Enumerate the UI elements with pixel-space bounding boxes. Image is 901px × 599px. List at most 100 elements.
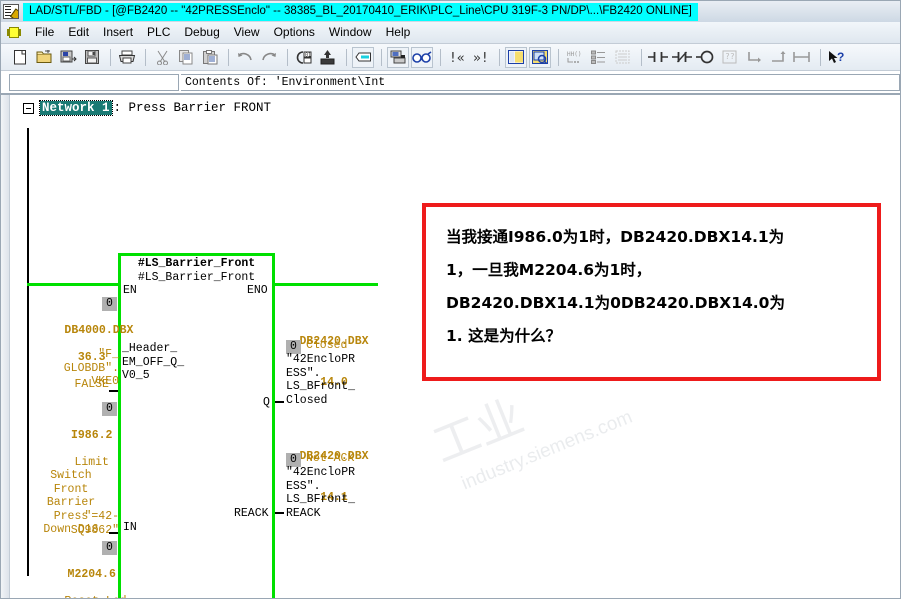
watermark-text-cn: 工业	[426, 390, 531, 473]
toolbar-separator	[346, 48, 347, 66]
fb-header-text: _Header_ EM_OFF_Q_ V0_5	[122, 342, 185, 382]
toolbar-separator	[228, 48, 229, 66]
collapse-minus-icon[interactable]	[23, 102, 34, 114]
contents-blank-field[interactable]	[9, 73, 179, 91]
input-ack-address: M2204.6	[67, 567, 116, 581]
toolbar-separator	[110, 48, 111, 66]
network-header[interactable]: Network 1 : Press Barrier FRONT	[23, 100, 272, 116]
branch-close-icon[interactable]	[767, 47, 789, 68]
zoom-window-icon[interactable]	[529, 46, 551, 68]
network-title-selected[interactable]: Network 1	[39, 100, 113, 116]
menu-item-debug[interactable]: Debug	[177, 23, 226, 42]
save-as-icon[interactable]	[57, 47, 79, 68]
branch-open-icon[interactable]	[743, 47, 765, 68]
rung-icon[interactable]	[791, 47, 813, 68]
status-value-reack: 0	[286, 453, 301, 467]
save-icon[interactable]	[81, 47, 103, 68]
menu-item-help[interactable]: Help	[379, 23, 418, 42]
status-value-ack: 0	[102, 541, 117, 555]
lad-stl-fbd-window: LAD/STL/FBD - [@FB2420 -- "42PRESSEnclo"…	[0, 0, 901, 599]
fb-instance-name: #LS_Barrier_Front	[137, 257, 256, 270]
output-q-symbol[interactable]: "42EncloPR ESS". LS_BFront_ Closed	[286, 353, 355, 407]
menu-item-plc[interactable]: PLC	[140, 23, 177, 42]
toolbar-separator	[641, 48, 642, 66]
toolbar-separator	[381, 48, 382, 66]
network-title-comment: : Press Barrier FRONT	[113, 101, 272, 115]
output-coil-icon[interactable]	[695, 47, 717, 68]
previous-error-icon[interactable]: !«	[446, 47, 468, 68]
output-reack-comment: Not ACK	[306, 452, 355, 465]
toolbar-separator	[499, 48, 500, 66]
toolbar-separator	[820, 48, 821, 66]
menu-item-insert[interactable]: Insert	[96, 23, 140, 42]
contents-bar: Contents Of: 'Environment\Int	[1, 71, 900, 95]
context-help-icon[interactable]: ?	[826, 47, 848, 68]
open-icon[interactable]	[33, 47, 55, 68]
toolbar-separator	[287, 48, 288, 66]
watermark-text-url: industry.siemens.com	[458, 406, 636, 495]
output-q-comment: Closed	[306, 339, 348, 352]
block-icon	[7, 26, 21, 39]
menu-bar: File Edit Insert PLC Debug View Options …	[1, 22, 900, 44]
output-reack-symbol[interactable]: "42EncloPR ESS". LS_BFront_ REACK	[286, 466, 355, 520]
input-en-symbol[interactable]: "F_ GLOBDB". VKE0	[23, 348, 119, 389]
menu-item-options[interactable]: Options	[267, 23, 322, 42]
cut-icon[interactable]	[151, 47, 173, 68]
toolbar-separator	[145, 48, 146, 66]
input-in-address: I986.2	[71, 428, 113, 442]
symbol-table-icon[interactable]	[387, 46, 409, 68]
output-reack-connector	[275, 512, 284, 514]
input-en-address: DB4000.DBX	[64, 323, 134, 337]
fb-en-pin-label: EN	[123, 284, 137, 297]
contents-of-label: Contents Of: 'Environment\Int	[185, 75, 386, 89]
normally-closed-contact-icon[interactable]	[671, 47, 693, 68]
next-error-icon[interactable]: »!	[470, 47, 492, 68]
status-value-in: 0	[102, 402, 117, 416]
output-q-connector	[275, 401, 284, 403]
toolbar-separator	[440, 48, 441, 66]
network-view-icon[interactable]	[352, 46, 374, 68]
menu-item-window[interactable]: Window	[322, 23, 379, 42]
monitor-glasses-icon[interactable]	[411, 46, 433, 68]
eno-power-line	[272, 283, 378, 286]
svg-text:!«: !«	[449, 51, 465, 64]
upload-from-plc-icon[interactable]	[317, 47, 339, 68]
undo-icon[interactable]	[234, 47, 256, 68]
input-in-symbol[interactable]: "=42- SQ9862"	[23, 510, 119, 537]
function-block-ls-barrier-front[interactable]	[118, 253, 275, 598]
menu-item-edit[interactable]: Edit	[61, 23, 96, 42]
en-power-line	[27, 283, 120, 286]
fb-q-pin-label: Q	[263, 396, 270, 409]
menu-item-file[interactable]: File	[28, 23, 61, 42]
program-elements-icon[interactable]	[588, 47, 610, 68]
normally-open-contact-icon[interactable]	[647, 47, 669, 68]
lad-stl-fbd-icon	[3, 4, 19, 19]
new-icon[interactable]	[9, 47, 31, 68]
title-bar: LAD/STL/FBD - [@FB2420 -- "42PRESSEnclo"…	[1, 1, 900, 22]
menu-item-view[interactable]: View	[227, 23, 267, 42]
status-value-q: 0	[286, 340, 301, 354]
empty-box-icon[interactable]: ??	[719, 47, 741, 68]
print-icon[interactable]	[116, 47, 138, 68]
download-to-plc-icon[interactable]: 01	[293, 47, 315, 68]
contents-of-field[interactable]: Contents Of: 'Environment\Int	[181, 73, 900, 91]
toolbar-separator	[558, 48, 559, 66]
input-ack-comment: Reset Led (Blue) Push Button. Zone 5	[47, 595, 126, 599]
annotation-callout-text: 当我接通I986.0为1时，DB2420.DBX14.1为 1，一旦我M2204…	[446, 228, 785, 345]
input-ack-operand[interactable]: M2204.6 Reset Led (Blue) Push Button. Zo…	[23, 554, 126, 599]
svg-text:HH(): HH()	[567, 51, 581, 58]
window-title: LAD/STL/FBD - [@FB2420 -- "42PRESSEnclo"…	[23, 2, 698, 21]
call-structure-icon[interactable]	[612, 47, 634, 68]
fb-eno-pin-label: ENO	[247, 284, 268, 297]
pin-label-in: IN	[123, 521, 137, 534]
paste-icon[interactable]	[199, 47, 221, 68]
svg-text:?: ?	[837, 50, 844, 64]
ladder-editor-canvas[interactable]: Network 1 : Press Barrier FRONT #LS_Barr…	[1, 95, 900, 598]
redo-icon[interactable]	[258, 47, 280, 68]
copy-icon[interactable]	[175, 47, 197, 68]
annotation-callout: 当我接通I986.0为1时，DB2420.DBX14.1为 1，一旦我M2204…	[422, 203, 881, 381]
overview-pane-icon[interactable]	[505, 46, 527, 68]
new-network-icon[interactable]: HH()	[564, 47, 586, 68]
svg-text:??: ??	[725, 52, 735, 61]
input-in-connector	[109, 532, 118, 534]
